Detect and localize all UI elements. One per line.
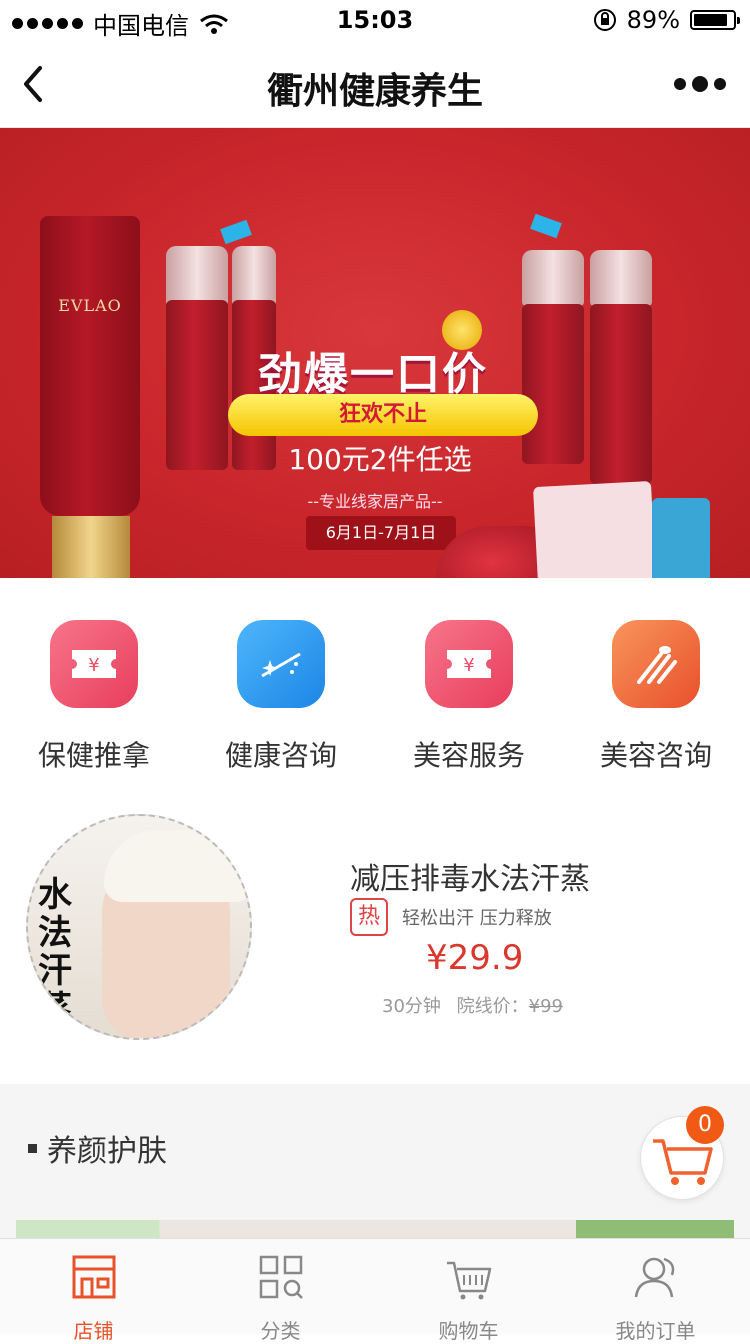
cart-icon — [446, 1261, 491, 1300]
category-label: 美容咨询 — [599, 739, 712, 772]
category-item-beauty-consult[interactable]: 美容咨询 — [562, 620, 750, 774]
tube-brand-text: EVLAO — [58, 296, 122, 315]
user-icon — [634, 1257, 674, 1298]
section-image[interactable] — [16, 1220, 734, 1240]
ticket-icon: ¥ — [425, 620, 513, 708]
category-label: 保健推拿 — [37, 739, 150, 772]
category-label: 健康咨询 — [224, 739, 337, 772]
category-icon — [259, 1255, 303, 1299]
battery-percent: 89% — [626, 6, 680, 34]
bottle-cap — [166, 246, 228, 306]
category-grid: ¥ 保健推拿 健康咨询 ¥ 美容服务 美容咨询 — [0, 578, 750, 784]
section-title: 养颜护肤 — [47, 1134, 167, 1169]
rotation-lock-icon — [593, 9, 616, 31]
origin-price-label: 院线价： — [456, 996, 529, 1017]
product-tube-image — [40, 216, 140, 516]
tab-bar: 店铺 分类 购物车 我的订单 — [0, 1238, 750, 1343]
store-icon — [72, 1255, 115, 1299]
bottle-image — [590, 304, 652, 484]
tab-store[interactable]: 店铺 — [0, 1239, 187, 1343]
banner-badge: 狂欢不止 — [228, 394, 538, 436]
bottle-cap — [232, 246, 276, 306]
towel-shape — [104, 830, 250, 902]
ribbon-decoration — [530, 213, 562, 239]
tab-orders[interactable]: 我的订单 — [562, 1239, 749, 1343]
section-header: 养颜护肤 — [28, 1126, 167, 1170]
promo-banner[interactable]: EVLAO 劲爆一口价 狂欢不止 100元2件任选 --专业线家居产品-- 6月… — [0, 128, 750, 578]
page-title: 衢州健康养生 — [266, 71, 483, 112]
nav-bar: 衢州健康养生 — [0, 40, 750, 128]
image-tag: 汗蒸 — [200, 1026, 250, 1038]
product-duration: 30分钟 — [382, 996, 441, 1017]
banner-offer: 100元2件任选 — [288, 443, 472, 476]
sparkle-icon — [237, 620, 325, 708]
banner-headline: 劲爆一口价 — [258, 349, 488, 400]
product-tube-cap — [52, 516, 130, 578]
bottle-image — [166, 300, 228, 470]
hot-badge: 热 — [350, 898, 388, 936]
category-item-beauty-service[interactable]: ¥ 美容服务 — [375, 620, 563, 774]
svg-text:¥: ¥ — [88, 655, 99, 676]
tab-label: 我的订单 — [615, 1319, 696, 1343]
more-icon[interactable] — [674, 76, 726, 92]
image-calligraphy: 水法汗蒸 — [38, 875, 72, 1029]
category-item-health-consult[interactable]: 健康咨询 — [187, 620, 375, 774]
ribbon-decoration — [220, 219, 252, 245]
category-label: 美容服务 — [412, 739, 525, 772]
cotton-pad-image — [532, 480, 658, 578]
tab-label: 店铺 — [73, 1319, 114, 1343]
bottle-image — [522, 304, 584, 464]
tab-label: 分类 — [260, 1319, 301, 1343]
product-title: 减压排毒水法汗蒸 — [350, 862, 590, 897]
banner-date: 6月1日-7月1日 — [306, 516, 456, 550]
status-bar: 中国电信 15:03 89% — [0, 0, 750, 40]
origin-price: ¥99 — [528, 996, 563, 1017]
ticket-icon: ¥ — [50, 620, 138, 708]
cart-count-badge: 0 — [686, 1106, 724, 1144]
tab-cart[interactable]: 购物车 — [375, 1239, 562, 1343]
tab-label: 购物车 — [438, 1319, 499, 1343]
category-item-massage[interactable]: ¥ 保健推拿 — [0, 620, 188, 774]
battery-icon — [690, 10, 740, 30]
tab-category[interactable]: 分类 — [187, 1239, 374, 1343]
product-tags: 轻松出汗 压力释放 — [402, 908, 552, 929]
product-price: ¥29.9 — [426, 938, 524, 978]
product-image[interactable]: 水法汗蒸 汗蒸 — [26, 814, 252, 1040]
mask-box-image — [652, 498, 710, 578]
svg-text:¥: ¥ — [463, 655, 474, 676]
banner-subtitle: --专业线家居产品-- — [307, 492, 443, 511]
battery-info: 89% — [593, 6, 740, 34]
brush-icon — [612, 620, 700, 708]
bullet-icon — [28, 1143, 37, 1153]
bottle-cap — [590, 250, 652, 306]
bottle-cap — [522, 250, 584, 306]
featured-product-card[interactable]: 水法汗蒸 汗蒸 减压排毒水法汗蒸 热 轻松出汗 压力释放 ¥29.9 30分钟 … — [0, 784, 750, 1084]
product-meta: 30分钟 院线价：¥99 — [382, 992, 563, 1018]
